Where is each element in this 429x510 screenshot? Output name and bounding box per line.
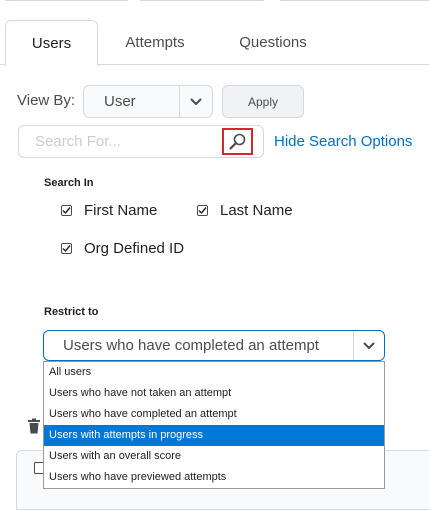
view-by-label: View By: [17,92,76,109]
chevron-down-icon [179,86,212,117]
dropdown-option-completed[interactable]: Users who have completed an attempt [44,404,384,425]
dropdown-option-previewed[interactable]: Users who have previewed attempts [44,467,384,488]
dropdown-option-overall-score[interactable]: Users with an overall score [44,446,384,467]
last-name-label: Last Name [220,202,293,219]
org-defined-id-label: Org Defined ID [84,240,185,257]
restrict-to-dropdown-list: All users Users who have not taken an at… [43,361,385,489]
trash-icon[interactable] [27,418,41,434]
dropdown-option-in-progress[interactable]: Users with attempts in progress [44,425,384,446]
tab-attempts[interactable]: Attempts [110,20,200,64]
first-name-label: First Name [84,202,158,219]
last-name-checkbox[interactable] [197,205,208,216]
view-by-value: User [104,93,136,110]
org-defined-id-checkbox[interactable] [61,243,72,254]
restrict-to-select[interactable]: Users who have completed an attempt [43,330,385,361]
checkmark-icon [198,207,207,215]
view-by-select[interactable]: User [83,85,213,118]
first-name-checkbox[interactable] [61,205,72,216]
search-button[interactable] [222,128,253,155]
apply-button[interactable]: Apply [222,85,304,118]
chevron-down-icon [353,331,384,360]
magnifier-icon [229,133,246,150]
restrict-to-heading: Restrict to [44,306,99,318]
checkmark-icon [62,245,71,253]
top-control-edge [280,0,429,1]
search-in-heading: Search In [44,177,94,189]
checkmark-icon [62,207,71,215]
dropdown-option-not-taken[interactable]: Users who have not taken an attempt [44,383,384,404]
hide-search-options-link[interactable]: Hide Search Options [274,133,412,150]
tab-users[interactable]: Users [5,20,98,66]
top-control-edge [140,0,264,1]
tab-questions[interactable]: Questions [222,20,324,64]
top-control-edge [5,0,128,1]
dropdown-option-all-users[interactable]: All users [44,362,384,383]
restrict-to-value: Users who have completed an attempt [63,337,319,354]
